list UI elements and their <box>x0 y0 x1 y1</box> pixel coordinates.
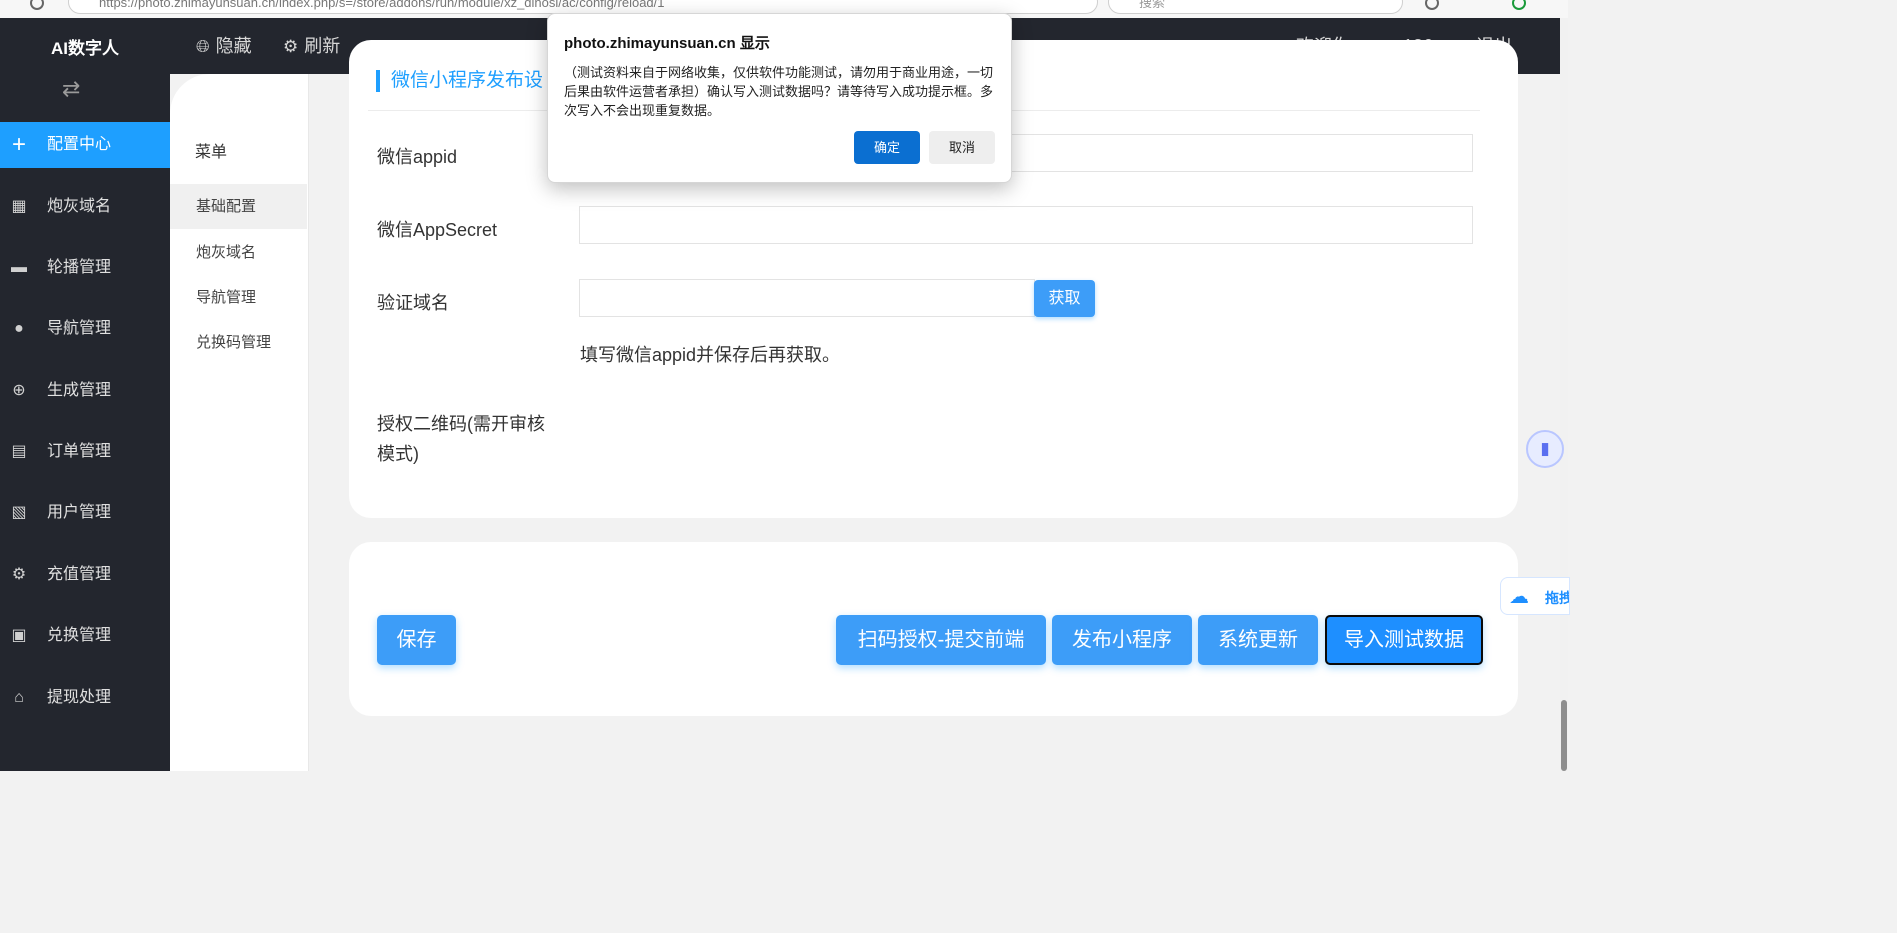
vip-icon: ▣ <box>11 627 27 644</box>
appsecret-input[interactable] <box>579 206 1473 244</box>
save-button[interactable]: 保存 <box>377 615 456 665</box>
hide-label: 隐藏 <box>215 36 252 56</box>
sidebar: ⇄ + 配置中心 ▦ 炮灰域名 ▬ 轮播管理 ● 导航管理 ⊕ 生成管理 ▤ 订… <box>0 74 170 771</box>
domain-hint: 填写微信appid并保存后再获取。 <box>580 345 841 365</box>
section-title: 微信小程序发布设 <box>376 70 543 92</box>
confirm-dialog: photo.zhimayunsuan.cn 显示 （测试资料来自于网络收集，仅供… <box>547 13 1012 183</box>
dialog-title: photo.zhimayunsuan.cn 显示 <box>564 35 770 52</box>
cloud-icon: ☁ <box>1509 586 1529 608</box>
scan-auth-button[interactable]: 扫码授权-提交前端 <box>836 615 1046 665</box>
import-test-data-button[interactable]: 导入测试数据 <box>1325 615 1483 665</box>
puzzle-icon: ▧ <box>11 504 27 521</box>
refresh-button[interactable]: ⚙ 刷新 <box>283 18 340 74</box>
usb-widget-icon[interactable]: ▮ <box>1526 430 1564 468</box>
sidebar-item-label: 轮播管理 <box>47 259 112 276</box>
address-bar[interactable]: https://photo.zhimayunsuan.cn/index.php/… <box>68 0 1098 14</box>
drag-widget-label: 拖拽 <box>1545 590 1569 606</box>
sidebar-item-withdraw[interactable]: ⌂ 提现处理 <box>0 675 170 721</box>
user-icon: ● <box>14 320 24 337</box>
submenu-item-navigation[interactable]: 导航管理 <box>170 275 307 320</box>
appid-label: 微信appid <box>377 147 458 167</box>
sidebar-item-label: 导航管理 <box>47 320 112 337</box>
scrollbar-track[interactable] <box>1560 18 1568 771</box>
drag-widget[interactable]: ☁ 拖拽 <box>1500 577 1570 615</box>
app-logo: AI数字人 <box>51 39 119 58</box>
sidebar-item-label: 生成管理 <box>47 382 112 399</box>
sidebar-item-label: 配置中心 <box>47 136 112 153</box>
sidebar-item-config[interactable]: + 配置中心 <box>0 122 170 168</box>
plus-icon: + <box>11 131 26 158</box>
sidebar-item-orders[interactable]: ▤ 订单管理 <box>0 429 170 475</box>
gear-icon: ⚙ <box>283 37 299 56</box>
domain-label: 验证域名 <box>377 293 449 313</box>
submenu-item-cannon-domain[interactable]: 炮灰域名 <box>170 230 307 275</box>
sidebar-item-generate[interactable]: ⊕ 生成管理 <box>0 368 170 414</box>
sidebar-item-label: 提现处理 <box>47 689 112 706</box>
submenu-item-basic-config[interactable]: 基础配置 <box>170 184 307 229</box>
submenu: 菜单 基础配置 炮灰域名 导航管理 兑换码管理 <box>170 74 309 771</box>
home-icon: ⌂ <box>14 689 24 706</box>
sidebar-item-users[interactable]: ▧ 用户管理 <box>0 490 170 536</box>
ticket-icon: ▤ <box>11 443 27 460</box>
qrcode-label: 授权二维码(需开审核模式) <box>377 414 545 464</box>
collapse-toggle-icon[interactable]: ⇄ <box>62 76 80 102</box>
sidebar-item-recharge[interactable]: ⚙ 充值管理 <box>0 552 170 598</box>
scrollbar-thumb[interactable] <box>1561 700 1567 771</box>
globe-icon: ⊕ <box>12 382 26 399</box>
sidebar-item-label: 订单管理 <box>47 443 112 460</box>
settings-icon[interactable] <box>1425 0 1439 10</box>
sidebar-item-exchange[interactable]: ▣ 兑换管理 <box>0 613 170 659</box>
sidebar-item-cannon-domain[interactable]: ▦ 炮灰域名 <box>0 184 170 230</box>
refresh-label: 刷新 <box>304 36 341 56</box>
system-update-button[interactable]: 系统更新 <box>1198 615 1318 665</box>
publish-miniprogram-button[interactable]: 发布小程序 <box>1052 615 1192 665</box>
sidebar-item-label: 兑换管理 <box>47 627 112 644</box>
get-domain-button[interactable]: 获取 <box>1034 280 1095 317</box>
sidebar-item-label: 用户管理 <box>47 504 112 521</box>
browser-search-input[interactable]: 搜索 <box>1108 0 1403 14</box>
sidebar-item-label: 充值管理 <box>47 566 112 583</box>
dialog-message: （测试资料来自于网络收集，仅供软件功能测试，请勿用于商业用途，一切后果由软件运营… <box>564 65 994 118</box>
gear-icon: ⚙ <box>11 566 27 583</box>
extension-icon[interactable] <box>1512 0 1526 10</box>
sidebar-item-carousel[interactable]: ▬ 轮播管理 <box>0 245 170 291</box>
appsecret-label: 微信AppSecret <box>377 220 498 240</box>
sidebar-item-label: 炮灰域名 <box>47 198 112 215</box>
submenu-title: 菜单 <box>195 144 228 161</box>
hide-button[interactable]: 🌐︎ 隐藏 <box>196 18 252 74</box>
card-icon: ▬ <box>11 259 27 276</box>
reload-icon[interactable] <box>30 0 44 10</box>
submenu-item-redeem-codes[interactable]: 兑换码管理 <box>170 320 307 365</box>
globe-icon: 🌐︎ <box>196 37 210 56</box>
dialog-ok-button[interactable]: 确定 <box>854 131 920 164</box>
grid-icon: ▦ <box>11 198 27 215</box>
sidebar-item-navigation[interactable]: ● 导航管理 <box>0 306 170 352</box>
dialog-cancel-button[interactable]: 取消 <box>929 131 995 164</box>
domain-input[interactable] <box>579 279 1035 317</box>
